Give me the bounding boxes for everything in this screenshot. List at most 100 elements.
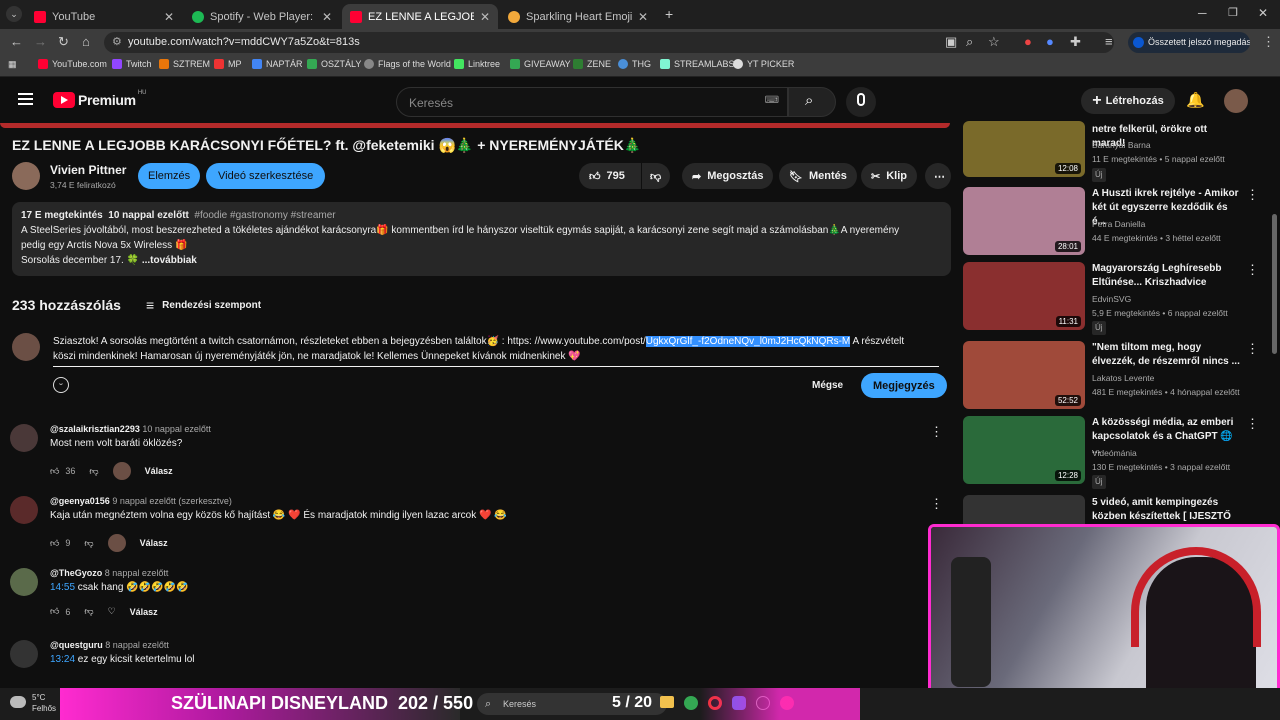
timestamp-link[interactable]: 13:24 <box>50 654 75 665</box>
comment-time[interactable]: 9 nappal ezelőtt (szerkesztve) <box>112 496 232 506</box>
zoom-icon[interactable]: ⌕ <box>966 34 973 50</box>
avatar[interactable] <box>10 640 38 668</box>
avatar[interactable] <box>10 568 38 596</box>
hashtags[interactable]: #foodie #gastronomy #streamer <box>194 210 335 221</box>
minimize-icon[interactable]: ─ <box>1198 6 1207 20</box>
forward-icon[interactable]: → <box>34 34 47 49</box>
bookmark-star-icon[interactable]: ☆ <box>988 34 1000 50</box>
video-thumbnail[interactable]: 28:01 <box>963 187 1085 255</box>
comment-draft-input[interactable]: Sziasztok! A sorsolás megtörtént a twitc… <box>53 334 939 367</box>
bookmark-zene[interactable]: ZENE <box>573 59 611 69</box>
avatar[interactable] <box>10 496 38 524</box>
weather-widget[interactable]: 5°C Felhős <box>32 692 56 714</box>
extensions-puzzle-icon[interactable]: ✚ <box>1070 34 1081 50</box>
comment-menu-icon[interactable]: ⋮ <box>930 496 943 512</box>
sidebar-scrollbar[interactable] <box>1272 214 1277 354</box>
video-channel[interactable]: Baranyai Barna <box>1092 138 1151 152</box>
reply-button[interactable]: Válasz <box>140 538 168 548</box>
new-tab-icon[interactable]: + <box>665 6 673 22</box>
tab-current-video[interactable]: EZ LENNE A LEGJOBB KARÁCSO ✕ <box>342 4 498 29</box>
notifications-bell-icon[interactable]: 🔔 <box>1186 91 1205 109</box>
youtube-logo[interactable]: Premium HU <box>53 90 146 108</box>
dislike-button[interactable]: 👎︎ <box>642 163 670 189</box>
search-button[interactable]: ⌕ <box>788 87 836 117</box>
reading-list-icon[interactable]: ≡ <box>1105 34 1113 49</box>
search-input[interactable]: Keresés ⌨ <box>396 87 788 117</box>
bookmark-giveaway[interactable]: GIVEAWAY <box>510 59 571 69</box>
video-thumbnail[interactable]: 12:08 <box>963 121 1085 177</box>
close-icon[interactable]: ✕ <box>480 10 490 24</box>
bookmark-streamlabs[interactable]: STREAMLABS <box>660 59 735 69</box>
keyboard-icon[interactable]: ⌨ <box>765 95 779 106</box>
comment-author[interactable]: @geenya0156 <box>50 496 110 506</box>
submit-comment-button[interactable]: Megjegyzés <box>861 373 947 398</box>
video-menu-icon[interactable]: ⋮ <box>1246 341 1259 357</box>
close-icon[interactable]: ✕ <box>164 10 174 24</box>
video-thumbnail[interactable] <box>963 495 1085 525</box>
video-thumbnail[interactable]: 52:52 <box>963 341 1085 409</box>
voice-search-button[interactable] <box>846 87 876 117</box>
comment-author[interactable]: @questguru <box>50 640 103 650</box>
channel-name[interactable]: Vivien Pittner <box>50 163 126 177</box>
video-channel[interactable]: Lakatos Levente <box>1092 371 1154 385</box>
video-menu-icon[interactable]: ⋮ <box>1246 262 1259 278</box>
url-input[interactable]: ⚙ youtube.com/watch?v=mddCWY7a5Zo&t=813s <box>104 32 1114 53</box>
close-window-icon[interactable]: ✕ <box>1258 6 1268 20</box>
profile-chip[interactable]: Összetett jelszó megadása <box>1128 32 1250 53</box>
video-menu-icon[interactable]: ⋮ <box>1246 187 1259 203</box>
tab-youtube[interactable]: YouTube ✕ <box>26 4 182 29</box>
back-icon[interactable]: ← <box>10 34 23 49</box>
account-avatar[interactable] <box>1224 89 1248 113</box>
extension-icon[interactable]: ● <box>1024 34 1032 49</box>
comment-menu-icon[interactable]: ⋮ <box>930 424 943 440</box>
hamburger-menu-icon[interactable] <box>18 93 33 105</box>
comment-author[interactable]: @szalaikrisztian2293 <box>50 424 140 434</box>
bookmark-yt-picker[interactable]: YT PICKER <box>733 59 794 69</box>
bookmark-flags[interactable]: Flags of the World <box>364 59 451 69</box>
bookmark-youtube[interactable]: YouTube.com <box>38 59 107 69</box>
maximize-icon[interactable]: ❐ <box>1228 6 1238 19</box>
comment-time[interactable]: 8 nappal ezelőtt <box>105 568 169 578</box>
edit-video-button[interactable]: Videó szerkesztése <box>206 163 326 189</box>
bookmark-mp[interactable]: MP <box>214 59 242 69</box>
site-info-icon[interactable]: ⚙ <box>112 32 122 53</box>
close-icon[interactable]: ✕ <box>638 10 648 24</box>
share-button[interactable]: ➦ Megosztás <box>682 163 774 189</box>
bookmark-linktree[interactable]: Linktree <box>454 59 500 69</box>
video-channel[interactable]: EdvinSVG <box>1092 292 1131 306</box>
create-button[interactable]: + Létrehozás <box>1081 88 1175 114</box>
bookmark-thg[interactable]: THG <box>618 59 651 69</box>
comment-time[interactable]: 10 nappal ezelőtt <box>142 424 211 434</box>
tab-spotify[interactable]: Spotify - Web Player: Music for ✕ <box>184 4 340 29</box>
video-thumbnail[interactable]: 11:31 <box>963 262 1085 330</box>
install-icon[interactable]: ▣ <box>945 34 957 50</box>
video-thumbnail[interactable]: 12:28 <box>963 416 1085 484</box>
channel-avatar[interactable] <box>12 162 40 190</box>
bookmark-sztrem[interactable]: SZTREM <box>159 59 210 69</box>
bookmark-osztaly[interactable]: OSZTÁLY <box>307 59 361 69</box>
clip-button[interactable]: ✂ Klip <box>861 163 917 189</box>
close-icon[interactable]: ✕ <box>322 10 332 24</box>
video-title-link[interactable]: Magyarország Leghíresebb Eltűnése... Kri… <box>1092 262 1242 290</box>
show-more-link[interactable]: ...továbbiak <box>142 255 197 266</box>
thumbs-down-icon[interactable]: 👎︎ <box>84 538 93 549</box>
reply-button[interactable]: Válasz <box>130 607 158 617</box>
more-actions-button[interactable]: ⋯ <box>925 163 951 189</box>
folder-icon[interactable] <box>660 696 674 708</box>
heart-icon[interactable]: ♡ <box>108 606 116 617</box>
tab-emoji[interactable]: Sparkling Heart Emoji 💖 ✕ <box>500 4 656 29</box>
extension-icon[interactable]: ● <box>1046 34 1054 49</box>
comment-author[interactable]: @TheGyozo <box>50 568 102 578</box>
thumbs-up-icon[interactable]: 👍︎ <box>50 606 59 617</box>
avatar[interactable] <box>10 424 38 452</box>
timestamp-link[interactable]: 14:55 <box>50 582 75 593</box>
home-icon[interactable]: ⌂ <box>82 34 90 49</box>
video-channel[interactable]: Videómánia <box>1092 446 1137 460</box>
thumbs-down-icon[interactable]: 👎︎ <box>89 466 98 477</box>
video-menu-icon[interactable]: ⋮ <box>1246 416 1259 432</box>
bookmark-twitch[interactable]: Twitch <box>112 59 152 69</box>
reply-button[interactable]: Válasz <box>145 466 173 476</box>
like-button[interactable]: 👍︎ 795 <box>579 163 641 189</box>
emoji-picker-icon[interactable]: ᵕ <box>53 377 69 393</box>
video-title-link[interactable]: "Nem tiltom meg, hogy élvezzék, de része… <box>1092 341 1242 369</box>
